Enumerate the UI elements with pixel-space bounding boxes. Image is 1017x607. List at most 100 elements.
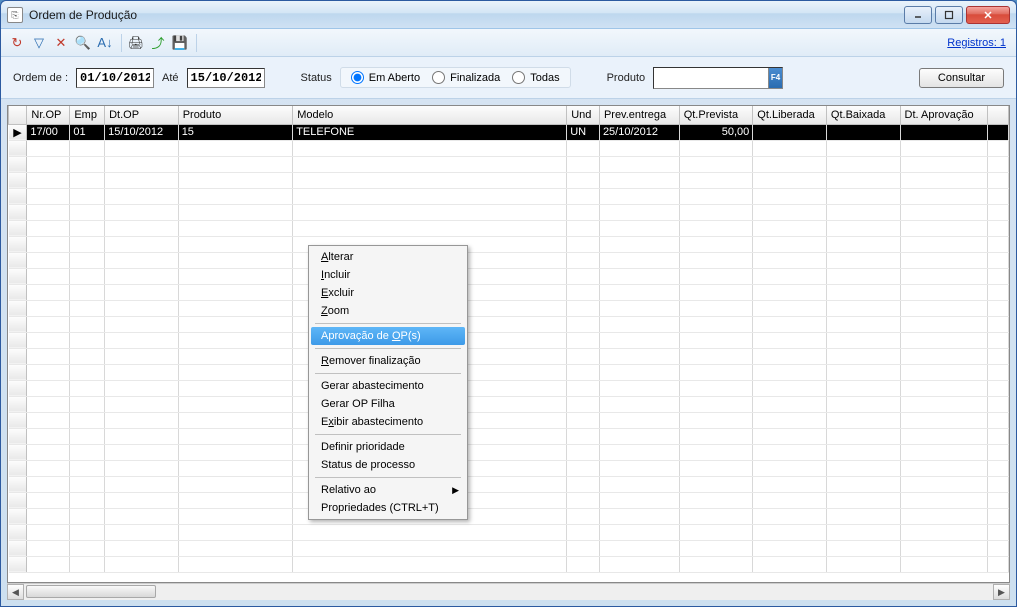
col-qt-baixada[interactable]: Qt.Baixada [826,106,900,124]
cell[interactable]: 17/00 [27,124,70,140]
cell[interactable] [599,492,679,508]
cell[interactable] [679,396,753,412]
print-icon[interactable]: 🖨 [126,33,146,53]
cell[interactable] [826,204,900,220]
minimize-button[interactable] [904,6,932,24]
cell[interactable] [599,476,679,492]
ctx-status-processo[interactable]: Status de processo [311,456,465,474]
cell[interactable] [105,172,179,188]
cell[interactable] [178,316,293,332]
cell[interactable] [27,444,70,460]
cell[interactable] [826,412,900,428]
table-row[interactable] [9,364,1009,380]
cell[interactable] [293,204,567,220]
cell[interactable] [900,252,988,268]
ctx-exibir-abastecimento[interactable]: Exibir abastecimento [311,413,465,431]
cell[interactable] [27,316,70,332]
radio-em-aberto[interactable]: Em Aberto [351,71,420,84]
cell[interactable] [70,540,105,556]
cell[interactable] [105,556,179,572]
cell[interactable] [753,460,827,476]
cell[interactable] [826,348,900,364]
cell[interactable] [679,300,753,316]
cell[interactable] [567,300,600,316]
cell[interactable] [988,332,1009,348]
row-indicator[interactable] [9,540,27,556]
cell[interactable] [900,412,988,428]
cell[interactable] [900,476,988,492]
grid-table[interactable]: Nr.OP Emp Dt.OP Produto Modelo Und Prev.… [8,106,1009,573]
cell[interactable] [567,332,600,348]
cell[interactable] [293,188,567,204]
cell[interactable] [900,444,988,460]
cell[interactable] [105,204,179,220]
cell[interactable] [599,540,679,556]
cell[interactable] [105,268,179,284]
cell[interactable] [900,508,988,524]
cell[interactable] [679,492,753,508]
cell[interactable] [70,460,105,476]
cell[interactable] [900,380,988,396]
cell[interactable]: 01 [70,124,105,140]
cell[interactable] [679,508,753,524]
cell[interactable] [599,332,679,348]
cell[interactable] [105,540,179,556]
cell[interactable] [70,252,105,268]
cell[interactable] [679,140,753,156]
cell[interactable] [988,204,1009,220]
row-indicator[interactable] [9,300,27,316]
cell[interactable] [27,460,70,476]
cell[interactable] [599,300,679,316]
cell[interactable] [567,188,600,204]
cell[interactable] [27,284,70,300]
table-row[interactable] [9,156,1009,172]
cell[interactable] [900,364,988,380]
cell[interactable] [988,460,1009,476]
cell[interactable] [105,444,179,460]
cell[interactable] [679,380,753,396]
sort-icon[interactable]: A↓ [95,33,115,53]
cell[interactable] [988,252,1009,268]
row-indicator[interactable] [9,412,27,428]
cell[interactable] [599,316,679,332]
cell[interactable] [599,268,679,284]
cell[interactable] [567,268,600,284]
cell[interactable] [27,204,70,220]
cell[interactable] [178,220,293,236]
table-row[interactable] [9,268,1009,284]
cell[interactable] [567,348,600,364]
col-und[interactable]: Und [567,106,600,124]
cell[interactable] [178,460,293,476]
cell[interactable] [826,540,900,556]
cell[interactable] [70,508,105,524]
cell[interactable] [599,444,679,460]
cell[interactable] [679,252,753,268]
cell[interactable] [293,540,567,556]
cell[interactable] [27,396,70,412]
table-row[interactable] [9,348,1009,364]
cell[interactable] [27,220,70,236]
cell[interactable] [70,492,105,508]
col-produto[interactable]: Produto [178,106,293,124]
cell[interactable] [900,188,988,204]
cell[interactable] [178,284,293,300]
row-indicator[interactable] [9,364,27,380]
cell[interactable] [27,348,70,364]
cell[interactable] [900,492,988,508]
scroll-thumb[interactable] [26,585,156,598]
cell[interactable] [567,284,600,300]
cell[interactable] [70,204,105,220]
produto-lookup-button[interactable]: F4 [768,68,782,88]
cell[interactable] [70,316,105,332]
produto-input[interactable] [654,72,768,84]
cell[interactable] [105,348,179,364]
cell[interactable] [567,476,600,492]
cell[interactable]: 15/10/2012 [105,124,179,140]
cell[interactable] [679,348,753,364]
cell[interactable] [567,492,600,508]
cell[interactable] [27,332,70,348]
row-indicator[interactable] [9,396,27,412]
cell[interactable] [70,476,105,492]
table-row[interactable] [9,540,1009,556]
table-row[interactable] [9,444,1009,460]
